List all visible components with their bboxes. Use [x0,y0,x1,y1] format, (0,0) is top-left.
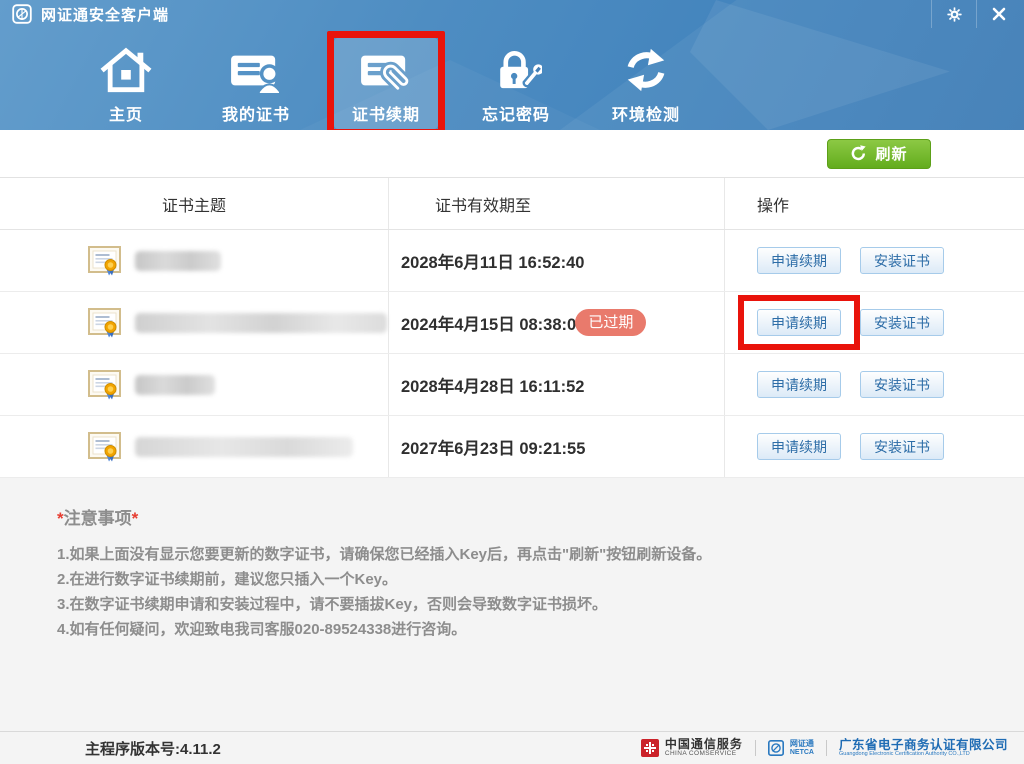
renew-button[interactable]: 申请续期 [757,371,841,398]
redacted-subject [135,313,387,333]
asterisk: * [57,509,64,528]
certificate-renewal-icon [358,44,414,96]
forgot-password-icon [490,44,542,96]
refresh-icon [850,145,867,162]
notes-section: *注意事项* 1.如果上面没有显示您要更新的数字证书，请确保您已经插入Key后，… [0,478,1024,731]
divider [755,740,756,756]
divider [826,740,827,756]
renew-button[interactable]: 申请续期 [757,247,841,274]
note-item: 1.如果上面没有显示您要更新的数字证书，请确保您已经插入Key后，再点击"刷新"… [57,542,984,567]
china-comservice-logo-icon [641,739,659,757]
table-row: 2024年4月15日 08:38:08 已过期 申请续期 安装证书 [0,292,1024,354]
my-certificate-icon [228,44,284,96]
nav-label: 证书续期 [352,101,420,125]
nav-item-forgot-password[interactable]: 忘记密码 [464,38,568,129]
netca-footer-logo-icon [768,740,784,756]
gear-icon[interactable] [932,0,976,28]
redacted-subject [135,251,221,271]
cert-actions-cell: 申请续期 安装证书 [724,292,1024,353]
app-title: 网证通安全客户端 [41,4,169,25]
column-header-expiry: 证书有效期至 [388,178,724,229]
expired-status-badge: 已过期 [575,309,646,336]
cert-expiry-cell: 2024年4月15日 08:38:08 已过期 [388,292,724,353]
home-icon [99,44,153,96]
certificate-icon [88,370,122,400]
install-button[interactable]: 安装证书 [860,433,944,460]
gdca-text-logo: 广东省电子商务认证有限公司 Guangdong Electronic Certi… [839,739,1008,758]
certificate-icon [88,432,122,462]
nav-item-environment-check[interactable]: 环境检测 [594,38,698,129]
expiry-date: 2028年6月11日 16:52:40 [401,249,584,273]
install-button[interactable]: 安装证书 [860,309,944,336]
cert-expiry-cell: 2028年6月11日 16:52:40 [388,230,724,291]
certificate-icon [88,308,122,338]
certificate-icon [88,246,122,276]
toolbar: 刷新 [0,130,1024,178]
asterisk: * [132,509,139,528]
china-comservice-logo: 中国通信服务 CHINA COMSERVICE [641,738,743,757]
cert-subject-cell [0,416,388,477]
environment-check-icon [621,44,671,96]
table-row: 2028年4月28日 16:11:52 申请续期 安装证书 [0,354,1024,416]
expiry-date: 2028年4月28日 16:11:52 [401,373,584,397]
footer-logos: 中国通信服务 CHINA COMSERVICE 网证通 NETCA [641,738,1008,757]
cert-actions-cell: 申请续期 安装证书 [724,416,1024,477]
titlebar: 网证通安全客户端 [0,0,1024,28]
cert-actions-cell: 申请续期 安装证书 [724,230,1024,291]
table-row: 2027年6月23日 09:21:55 申请续期 安装证书 [0,416,1024,478]
notes-title: *注意事项* [57,504,984,529]
cert-subject-cell [0,292,388,353]
notes-list: 1.如果上面没有显示您要更新的数字证书，请确保您已经插入Key后，再点击"刷新"… [57,542,984,642]
redacted-subject [135,437,353,457]
app-header: 网证通安全客户端 [0,0,1024,130]
nav-label: 主页 [109,101,143,125]
nav-item-my-certificates[interactable]: 我的证书 [204,38,308,129]
column-header-subject: 证书主题 [0,178,388,229]
annotation-highlight-box: 申请续期 [738,295,860,350]
window-controls [931,0,1020,28]
note-item: 3.在数字证书续期申请和安装过程中，请不要插拔Key，否则会导致数字证书损坏。 [57,592,984,617]
nav-label: 环境检测 [612,101,680,125]
nav-item-home[interactable]: 主页 [74,38,178,129]
nav-label: 忘记密码 [482,101,550,125]
install-button[interactable]: 安装证书 [860,371,944,398]
footer: 主程序版本号:4.11.2 中国通信服务 CHINA COMSERV [0,731,1024,764]
cert-subject-cell [0,354,388,415]
refresh-button[interactable]: 刷新 [827,139,931,169]
nav-label: 我的证书 [222,101,290,125]
note-item: 4.如有任何疑问，欢迎致电我司客服020-89524338进行咨询。 [57,617,984,642]
expiry-date: 2027年6月23日 09:21:55 [401,435,585,459]
note-item: 2.在进行数字证书续期前，建议您只插入一个Key。 [57,567,984,592]
renew-button[interactable]: 申请续期 [757,433,841,460]
column-header-operations: 操作 [724,178,1024,229]
table-row: 2028年6月11日 16:52:40 申请续期 安装证书 [0,230,1024,292]
renew-button[interactable]: 申请续期 [757,309,841,336]
nav-item-certificate-renewal[interactable]: 证书续期 [334,38,438,129]
netca-footer-logo: 网证通 NETCA [768,740,814,756]
redacted-subject [135,375,215,395]
cert-expiry-cell: 2028年4月28日 16:11:52 [388,354,724,415]
cert-expiry-cell: 2027年6月23日 09:21:55 [388,416,724,477]
expiry-date: 2024年4月15日 08:38:08 [401,311,585,335]
annotation-highlight-box: 证书续期 [327,31,445,130]
install-button[interactable]: 安装证书 [860,247,944,274]
version-label: 主程序版本号:4.11.2 [85,738,221,759]
cert-subject-cell [0,230,388,291]
app-window: 网证通安全客户端 [0,0,1024,764]
close-icon[interactable] [976,0,1020,28]
netca-logo-icon [12,4,32,24]
cert-actions-cell: 申请续期 安装证书 [724,354,1024,415]
table-header: 证书主题 证书有效期至 操作 [0,178,1024,230]
certificate-table: 证书主题 证书有效期至 操作 2028年6月11日 16:52:40 申请续期 … [0,178,1024,478]
main-nav: 主页 我的证书 [0,38,1024,129]
